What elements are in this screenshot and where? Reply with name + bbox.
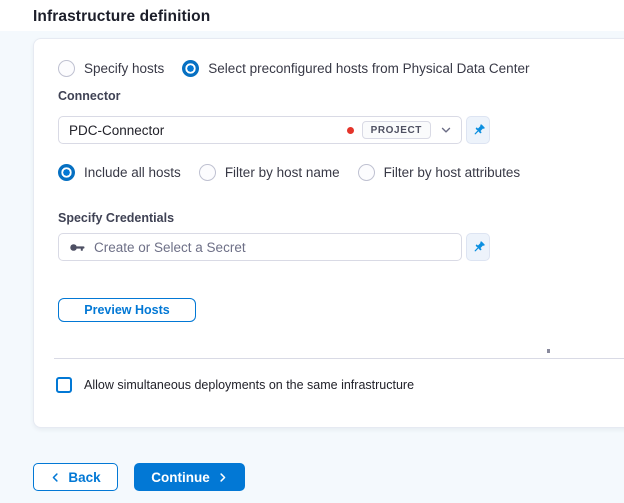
host-filter-radio-group: Include all hosts Filter by host name Fi… <box>58 164 520 181</box>
radio-specify-hosts[interactable]: Specify hosts <box>58 60 164 77</box>
radio-filter-host-attributes-label: Filter by host attributes <box>383 165 521 180</box>
connector-pin-button[interactable] <box>466 116 490 144</box>
section-divider <box>54 358 624 359</box>
checkbox-unchecked[interactable] <box>56 377 72 393</box>
radio-preconfigured-hosts-label: Select preconfigured hosts from Physical… <box>208 61 530 76</box>
credentials-label: Specify Credentials <box>58 211 175 225</box>
back-button[interactable]: Back <box>33 463 118 491</box>
pin-icon <box>471 240 486 255</box>
status-dot-icon <box>346 126 354 134</box>
infrastructure-card: Specify hosts Select preconfigured hosts… <box>33 38 624 428</box>
simultaneous-deployments-option[interactable]: Allow simultaneous deployments on the sa… <box>56 377 414 393</box>
continue-button[interactable]: Continue <box>134 463 245 491</box>
radio-selected-icon[interactable] <box>182 60 200 77</box>
radio-unselected-icon[interactable] <box>198 164 216 181</box>
connector-value: PDC-Connector <box>69 122 165 138</box>
preview-hosts-button[interactable]: Preview Hosts <box>58 298 196 322</box>
radio-filter-host-name[interactable]: Filter by host name <box>198 164 340 181</box>
credentials-field: Create or Select a Secret <box>58 233 490 261</box>
radio-include-all-hosts[interactable]: Include all hosts <box>58 164 181 181</box>
secret-select-input[interactable]: Create or Select a Secret <box>58 233 462 261</box>
chevron-left-icon <box>50 472 61 483</box>
radio-specify-hosts-label: Specify hosts <box>84 61 165 76</box>
continue-button-label: Continue <box>151 469 210 485</box>
radio-include-all-hosts-label: Include all hosts <box>84 165 181 180</box>
simultaneous-deployments-label: Allow simultaneous deployments on the sa… <box>84 378 415 392</box>
credentials-pin-button[interactable] <box>466 233 490 261</box>
key-icon <box>69 239 86 256</box>
radio-unselected-icon[interactable] <box>357 164 375 181</box>
radio-filter-host-attributes[interactable]: Filter by host attributes <box>357 164 521 181</box>
radio-filter-host-name-label: Filter by host name <box>224 165 340 180</box>
host-source-radio-group: Specify hosts Select preconfigured hosts… <box>58 60 529 77</box>
infrastructure-definition-screen: Infrastructure definition Specify hosts … <box>0 0 624 503</box>
pin-icon <box>471 123 486 138</box>
radio-selected-icon[interactable] <box>58 164 75 181</box>
connector-field: PDC-Connector PROJECT <box>58 116 490 144</box>
secret-placeholder: Create or Select a Secret <box>94 239 246 255</box>
back-button-label: Back <box>68 469 101 485</box>
chevron-down-icon[interactable] <box>439 123 453 137</box>
radio-preconfigured-hosts[interactable]: Select preconfigured hosts from Physical… <box>182 60 529 77</box>
scope-badge: PROJECT <box>361 121 431 139</box>
connector-input[interactable]: PDC-Connector PROJECT <box>58 116 462 144</box>
chevron-right-icon <box>217 472 228 483</box>
radio-unselected-icon[interactable] <box>58 60 75 77</box>
wizard-footer: Back Continue <box>33 463 245 491</box>
text-artifact <box>547 349 550 353</box>
page-title: Infrastructure definition <box>33 8 211 25</box>
connector-label: Connector <box>58 89 121 103</box>
